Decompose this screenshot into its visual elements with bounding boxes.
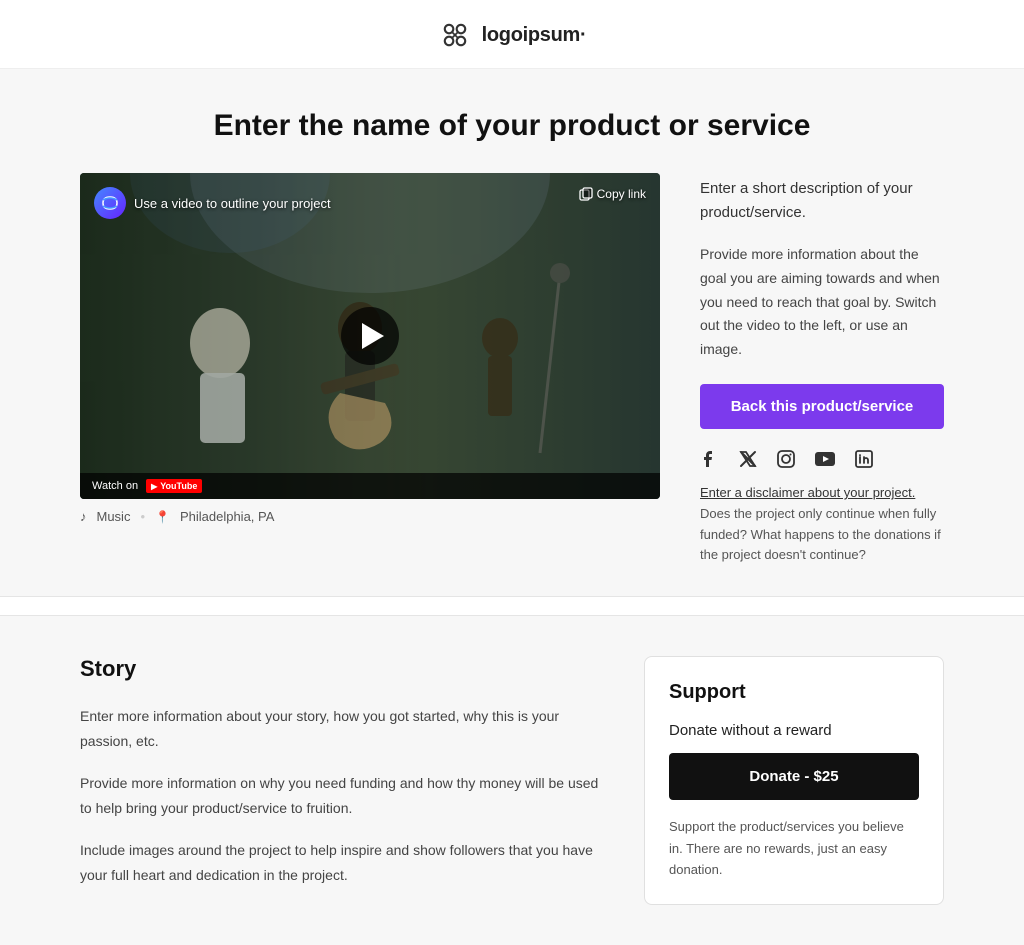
story-para-3: Include images around the project to hel… [80, 838, 604, 887]
logo-text: logoipsum· [482, 24, 587, 47]
disclaimer-text: Does the project only continue when full… [700, 506, 941, 563]
video-title-text: Use a video to outline your project [134, 196, 331, 211]
story-para-1: Enter more information about your story,… [80, 704, 604, 753]
location-icon: 📍 [155, 510, 170, 524]
twitter-icon [738, 449, 758, 469]
info-column: Enter a short description of your produc… [700, 173, 944, 566]
hero-section: Enter the name of your product or servic… [0, 69, 1024, 596]
section-divider [0, 596, 1024, 616]
hero-body: Use a video to outline your project Copy… [80, 173, 944, 566]
donate-button[interactable]: Donate - $25 [669, 753, 919, 800]
copy-link-area[interactable]: Copy link [579, 187, 646, 201]
video-player[interactable]: Use a video to outline your project Copy… [80, 173, 660, 499]
music-icon: ♪ [80, 509, 87, 524]
disclaimer-row: Enter a disclaimer about your project. D… [700, 483, 944, 566]
linkedin-link[interactable] [854, 449, 874, 469]
story-column: Story Enter more information about your … [80, 656, 604, 905]
video-bottom-bar: Watch on YouTube [80, 473, 660, 499]
copy-link-text: Copy link [597, 187, 646, 201]
twitter-link[interactable] [738, 449, 758, 469]
page-title: Enter the name of your product or servic… [80, 109, 944, 143]
logo: logoipsum· [438, 18, 587, 52]
social-links [700, 449, 944, 469]
channel-icon [94, 187, 126, 219]
location-label: Philadelphia, PA [180, 509, 274, 524]
disclaimer-link[interactable]: Enter a disclaimer about your project. [700, 485, 915, 500]
long-description: Provide more information about the goal … [700, 243, 944, 362]
youtube-link[interactable] [814, 451, 836, 467]
site-header: logoipsum· [0, 0, 1024, 69]
youtube-logo: YouTube [146, 479, 202, 493]
video-title-bar: Use a video to outline your project [94, 187, 331, 219]
facebook-icon [700, 449, 720, 469]
story-title: Story [80, 656, 604, 682]
instagram-icon [776, 449, 796, 469]
play-button[interactable] [341, 307, 399, 365]
watch-on-label: Watch on [92, 480, 138, 492]
support-column: Support Donate without a reward Donate -… [644, 656, 944, 905]
story-section: Story Enter more information about your … [0, 616, 1024, 945]
support-title: Support [669, 681, 919, 704]
donate-description: Support the product/services you believe… [669, 816, 919, 880]
category-label: Music [97, 509, 131, 524]
story-para-2: Provide more information on why you need… [80, 771, 604, 820]
meta-separator: • [140, 509, 145, 524]
instagram-link[interactable] [776, 449, 796, 469]
video-column: Use a video to outline your project Copy… [80, 173, 660, 524]
facebook-link[interactable] [700, 449, 720, 469]
linkedin-icon [854, 449, 874, 469]
logoipsum-icon [438, 18, 472, 52]
video-meta: ♪ Music • 📍 Philadelphia, PA [80, 509, 660, 524]
youtube-icon [814, 451, 836, 467]
donate-without-reward-label: Donate without a reward [669, 722, 919, 739]
back-button[interactable]: Back this product/service [700, 384, 944, 429]
support-card: Support Donate without a reward Donate -… [644, 656, 944, 905]
copy-icon [579, 187, 593, 201]
short-description: Enter a short description of your produc… [700, 177, 944, 225]
